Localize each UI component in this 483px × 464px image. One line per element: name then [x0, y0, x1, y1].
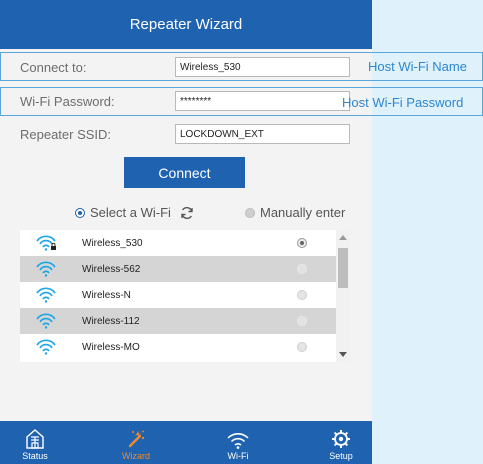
list-item-wireless-112[interactable]: Wireless-112 [20, 308, 336, 334]
list-item-wireless-mo[interactable]: Wireless-MO [20, 334, 336, 360]
nav-wifi-label: Wi-Fi [227, 451, 249, 461]
network-name: Wireless-N [82, 289, 131, 301]
network-name: Wireless-MO [82, 341, 140, 353]
password-label: Wi-Fi Password: [20, 94, 115, 109]
network-list: Wireless_530 Wireless-562 Wireless-N Wir… [20, 230, 350, 362]
nav-wizard[interactable]: Wizard [101, 421, 171, 464]
magic-wand-icon [128, 430, 145, 448]
list-item-wireless-530[interactable]: Wireless_530 [20, 230, 336, 256]
page-title: Repeater Wizard [0, 0, 372, 49]
network-name: Wireless-562 [82, 263, 141, 275]
refresh-icon[interactable] [180, 206, 194, 220]
host-wifi-name-callout: Host Wi-Fi Name [368, 59, 467, 74]
nav-wizard-label: Wizard [121, 451, 150, 461]
manual-enter-label: Manually enter [260, 205, 346, 220]
network-select-radio[interactable] [297, 238, 307, 248]
connect-to-label: Connect to: [20, 60, 87, 75]
nav-status-label: Status [22, 451, 48, 461]
nav-setup[interactable]: Setup [306, 421, 376, 464]
gear-icon [332, 430, 350, 448]
nav-status[interactable]: Status [0, 421, 70, 464]
wifi-icon [35, 313, 57, 334]
scroll-down-icon[interactable] [339, 352, 347, 357]
network-select-radio[interactable] [297, 342, 307, 352]
wifi-icon [35, 261, 57, 282]
scroll-thumb[interactable] [338, 248, 348, 288]
ssid-label: Repeater SSID: [20, 127, 112, 142]
wifi-icon [35, 339, 57, 360]
manual-enter-option[interactable]: Manually enter [245, 205, 345, 220]
connect-button[interactable]: Connect [124, 157, 245, 188]
list-item-wireless-562[interactable]: Wireless-562 [20, 256, 336, 282]
list-scrollbar[interactable] [336, 230, 350, 362]
wizard-panel: Repeater Wizard Connect to: Wi-Fi Passwo… [0, 0, 483, 464]
scroll-up-icon[interactable] [339, 235, 347, 240]
home-icon [26, 429, 44, 449]
wifi-icon [35, 287, 57, 308]
select-wifi-label: Select a Wi-Fi [90, 205, 171, 220]
manual-enter-radio[interactable] [245, 207, 255, 218]
network-name: Wireless-112 [82, 315, 140, 327]
connect-to-input[interactable] [175, 57, 350, 77]
nav-setup-label: Setup [329, 451, 353, 461]
select-wifi-option[interactable]: Select a Wi-Fi [75, 205, 194, 220]
wifi-nav-icon [227, 433, 249, 449]
host-wifi-password-callout: Host Wi-Fi Password [342, 95, 464, 110]
wifi-locked-icon [35, 235, 57, 256]
network-select-radio[interactable] [297, 264, 307, 274]
network-select-radio[interactable] [297, 290, 307, 300]
password-input[interactable] [175, 91, 350, 111]
select-wifi-radio[interactable] [75, 207, 85, 218]
ssid-input[interactable] [175, 124, 350, 144]
bottom-nav: Status Wizard Wi-Fi Setup [0, 421, 372, 464]
network-name: Wireless_530 [82, 237, 143, 249]
list-item-wireless-n[interactable]: Wireless-N [20, 282, 336, 308]
nav-wifi[interactable]: Wi-Fi [203, 421, 273, 464]
network-select-radio[interactable] [297, 316, 307, 326]
